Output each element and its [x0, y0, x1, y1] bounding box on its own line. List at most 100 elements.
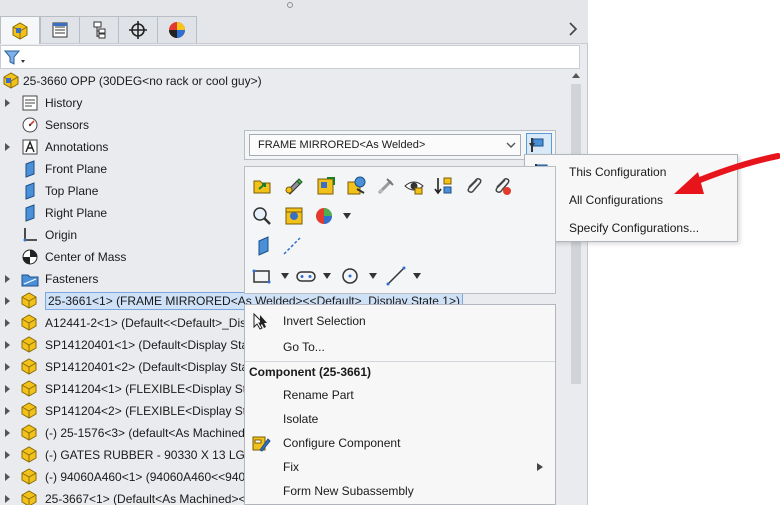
tree-item-label: Front Plane — [45, 162, 108, 176]
tree-item-label: (-) 25-1576<3> (default<As Machined — [45, 426, 245, 440]
tree-item-label: (-) 94060A460<1> (94060A460<<94060 — [45, 470, 259, 484]
panel-grip-handle[interactable] — [287, 2, 293, 8]
menu-item-label: Invert Selection — [283, 314, 366, 328]
configuration-selector-bar: FRAME MIRRORED<As Welded> — [244, 130, 556, 160]
part-icon — [21, 446, 37, 463]
appearance-icon[interactable] — [345, 175, 367, 197]
chevron-right-icon[interactable] — [566, 20, 580, 38]
part-icon — [21, 336, 37, 353]
menu-item-go-to[interactable]: Go To... — [245, 335, 555, 359]
plane-icon — [25, 160, 35, 178]
tab-dimxpert[interactable] — [118, 16, 158, 43]
configure-component-icon — [252, 436, 271, 452]
open-part-icon[interactable] — [251, 175, 273, 197]
hide-components-icon[interactable] — [403, 175, 425, 197]
scope-item-label: All Configurations — [569, 193, 664, 207]
annotation-arrow-icon — [674, 153, 780, 194]
menu-item-fix[interactable]: Fix — [245, 455, 555, 479]
menu-item-rename-part[interactable]: Rename Part — [245, 383, 555, 407]
edit-part-icon[interactable] — [283, 175, 305, 197]
annotations-icon — [22, 139, 38, 155]
assembly-icon — [3, 72, 19, 89]
context-toolbar — [244, 166, 556, 294]
menu-section-header: Component (25-3661) — [245, 361, 555, 383]
dropdown-arrow-icon[interactable] — [281, 273, 289, 279]
part-icon — [21, 314, 37, 331]
menu-item-configure-component[interactable]: Configure Component — [245, 431, 555, 455]
tree-item-label: 25-3667<1> (Default<As Machined>< — [45, 492, 246, 505]
dropdown-arrow-icon[interactable] — [343, 213, 351, 219]
sensors-icon — [22, 117, 38, 133]
dropdown-arrow-icon[interactable] — [323, 273, 331, 279]
menu-item-label: Rename Part — [283, 388, 354, 402]
scope-item-specify-configurations[interactable]: Specify Configurations... — [525, 213, 737, 241]
tree-item-label: Right Plane — [45, 206, 108, 220]
tree-item-label: SP14120401<1> (Default<Display State — [45, 338, 259, 352]
axis-icon[interactable] — [281, 235, 303, 257]
menu-item-form-new-subassembly[interactable]: Form New Subassembly — [245, 479, 555, 503]
color-appearance-icon[interactable] — [313, 205, 335, 227]
tab-property-manager[interactable] — [40, 16, 80, 43]
circle-icon[interactable] — [339, 265, 361, 287]
expand-arrow-icon[interactable] — [4, 296, 12, 306]
expand-arrow-icon[interactable] — [4, 428, 12, 438]
expand-arrow-icon[interactable] — [4, 406, 12, 416]
expand-arrow-icon[interactable] — [4, 472, 12, 482]
dropdown-arrow-icon[interactable] — [369, 273, 377, 279]
filter-icon[interactable] — [3, 48, 27, 68]
attachment-icon[interactable] — [463, 175, 485, 197]
menu-item-invert-selection[interactable]: Invert Selection — [245, 309, 555, 333]
tree-root-assembly[interactable]: 25-3660 OPP (30DEG<no rack or cool guy>) — [0, 70, 560, 92]
tree-item-history[interactable]: History — [0, 92, 560, 114]
submenu-arrow-icon — [537, 463, 543, 471]
tree-scrollbar[interactable] — [568, 70, 584, 505]
mate-reference-icon[interactable] — [491, 175, 513, 197]
dropdown-arrow-icon[interactable] — [413, 273, 421, 279]
tree-item-label: SP141204<2> (FLEXIBLE<Display State — [45, 404, 263, 418]
feature-manager-icon — [12, 21, 28, 40]
tree-item-label: (-) GATES RUBBER - 90330 X 13 LG<3> — [45, 448, 266, 462]
chevron-down-icon — [506, 142, 516, 148]
dimxpert-icon — [129, 21, 147, 39]
line-icon[interactable] — [385, 265, 407, 287]
tree-item-label: A12441-2<1> (Default<<Default>_Dis — [45, 316, 247, 330]
rebuild-sort-icon[interactable] — [433, 175, 455, 197]
tree-item-label: Origin — [45, 228, 78, 242]
tree-item-label: Fasteners — [45, 272, 99, 286]
expand-arrow-icon[interactable] — [4, 274, 12, 284]
expand-arrow-icon[interactable] — [4, 384, 12, 394]
expand-arrow-icon[interactable] — [4, 142, 12, 152]
zoom-to-selection-icon[interactable] — [251, 205, 273, 227]
expand-arrow-icon[interactable] — [4, 318, 12, 328]
display-manager-icon — [169, 22, 185, 38]
expand-arrow-icon[interactable] — [4, 450, 12, 460]
slot-icon[interactable] — [295, 265, 317, 287]
configuration-dropdown[interactable]: FRAME MIRRORED<As Welded> — [249, 134, 521, 156]
tree-filter-bar[interactable] — [0, 45, 580, 69]
tab-configuration-manager[interactable] — [79, 16, 119, 43]
expand-arrow-icon[interactable] — [4, 98, 12, 108]
expand-arrow-icon[interactable] — [4, 362, 12, 372]
plane-icon[interactable] — [253, 235, 275, 257]
plane-icon — [25, 182, 35, 200]
menu-item-label: Isolate — [283, 412, 319, 426]
tab-display-manager[interactable] — [157, 16, 197, 43]
menu-item-label: Go To... — [283, 340, 325, 354]
component-properties-icon[interactable] — [283, 205, 305, 227]
scroll-up-icon[interactable] — [572, 72, 580, 80]
origin-icon — [23, 228, 37, 242]
plane-icon — [25, 204, 35, 222]
rectangle-icon[interactable] — [251, 265, 273, 287]
configuration-manager-icon — [93, 21, 106, 39]
property-manager-icon — [52, 22, 68, 38]
tab-feature-manager[interactable] — [0, 16, 40, 44]
edit-assembly-icon[interactable] — [315, 175, 337, 197]
tree-item-label: SP14120401<2> (Default<Display State — [45, 360, 259, 374]
folder-icon — [21, 274, 39, 287]
part-icon — [21, 468, 37, 485]
suppress-icon[interactable] — [375, 175, 397, 197]
menu-item-isolate[interactable]: Isolate — [245, 407, 555, 431]
tree-item-label: Center of Mass — [45, 250, 127, 264]
expand-arrow-icon[interactable] — [4, 494, 12, 504]
expand-arrow-icon[interactable] — [4, 340, 12, 350]
